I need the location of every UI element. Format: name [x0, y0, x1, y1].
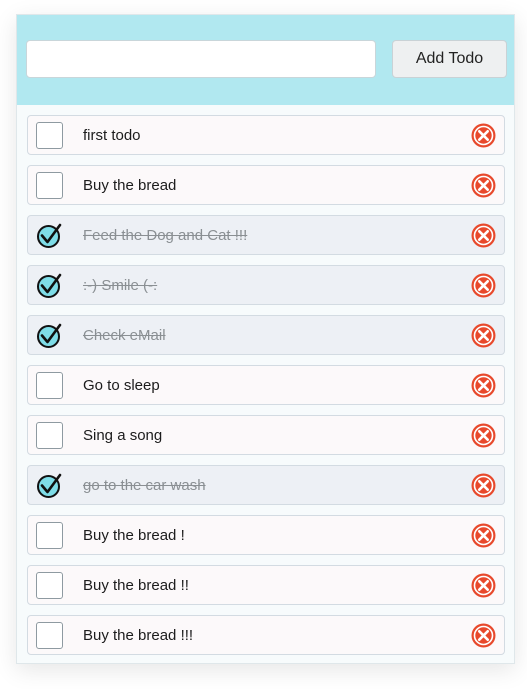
delete-x-icon — [471, 173, 496, 198]
delete-button[interactable] — [471, 323, 496, 348]
delete-button[interactable] — [471, 573, 496, 598]
todo-item: Buy the bread !! — [27, 565, 505, 605]
todo-checkbox[interactable] — [36, 522, 63, 549]
todo-item: go to the car wash — [27, 465, 505, 505]
delete-x-icon — [471, 223, 496, 248]
todo-item: Buy the bread !!! — [27, 615, 505, 655]
delete-button[interactable] — [471, 423, 496, 448]
delete-x-icon — [471, 623, 496, 648]
delete-button[interactable] — [471, 473, 496, 498]
delete-x-icon — [471, 373, 496, 398]
todo-text: first todo — [83, 127, 141, 144]
add-todo-button[interactable]: Add Todo — [392, 40, 507, 78]
todo-item: first todo — [27, 115, 505, 155]
todo-checkbox-checked[interactable] — [36, 272, 63, 299]
delete-button[interactable] — [471, 523, 496, 548]
todo-app: Add Todo first todo Buy the bread Feed the… — [16, 14, 515, 664]
todo-text: Check eMail — [83, 327, 166, 344]
todo-text: Buy the bread !!! — [83, 627, 194, 644]
delete-x-icon — [471, 473, 496, 498]
delete-button[interactable] — [471, 223, 496, 248]
delete-button[interactable] — [471, 373, 496, 398]
check-circle-icon — [37, 473, 62, 498]
todo-checkbox[interactable] — [36, 572, 63, 599]
todo-text: Feed the Dog and Cat !!! — [83, 227, 248, 244]
todo-checkbox[interactable] — [36, 622, 63, 649]
todo-text: Buy the bread — [83, 177, 177, 194]
todo-item: Check eMail — [27, 315, 505, 355]
todo-checkbox[interactable] — [36, 122, 63, 149]
check-circle-icon — [37, 323, 62, 348]
delete-x-icon — [471, 123, 496, 148]
todo-list: first todo Buy the bread Feed the Dog and … — [27, 115, 505, 665]
delete-button[interactable] — [471, 123, 496, 148]
todo-item: Sing a song — [27, 415, 505, 455]
delete-button[interactable] — [471, 623, 496, 648]
todo-text: Buy the bread ! — [83, 527, 185, 544]
check-circle-icon — [37, 223, 62, 248]
delete-button[interactable] — [471, 273, 496, 298]
todo-item: Buy the bread ! — [27, 515, 505, 555]
todo-text: Sing a song — [83, 427, 163, 444]
todo-checkbox[interactable] — [36, 372, 63, 399]
check-circle-icon — [37, 273, 62, 298]
todo-checkbox-checked[interactable] — [36, 472, 63, 499]
todo-text: go to the car wash — [83, 477, 206, 494]
delete-x-icon — [471, 273, 496, 298]
todo-item: Go to sleep — [27, 365, 505, 405]
delete-button[interactable] — [471, 173, 496, 198]
todo-text: Go to sleep — [83, 377, 160, 394]
todo-checkbox[interactable] — [36, 172, 63, 199]
delete-x-icon — [471, 423, 496, 448]
todo-text: :-) Smile (-: — [83, 277, 158, 294]
delete-x-icon — [471, 573, 496, 598]
header-bar: Add Todo — [17, 15, 514, 105]
todo-item: :-) Smile (-: — [27, 265, 505, 305]
todo-item: Buy the bread — [27, 165, 505, 205]
todo-input[interactable] — [26, 40, 376, 78]
delete-x-icon — [471, 523, 496, 548]
delete-x-icon — [471, 323, 496, 348]
todo-checkbox-checked[interactable] — [36, 322, 63, 349]
todo-checkbox-checked[interactable] — [36, 222, 63, 249]
todo-checkbox[interactable] — [36, 422, 63, 449]
todo-item: Feed the Dog and Cat !!! — [27, 215, 505, 255]
todo-text: Buy the bread !! — [83, 577, 189, 594]
